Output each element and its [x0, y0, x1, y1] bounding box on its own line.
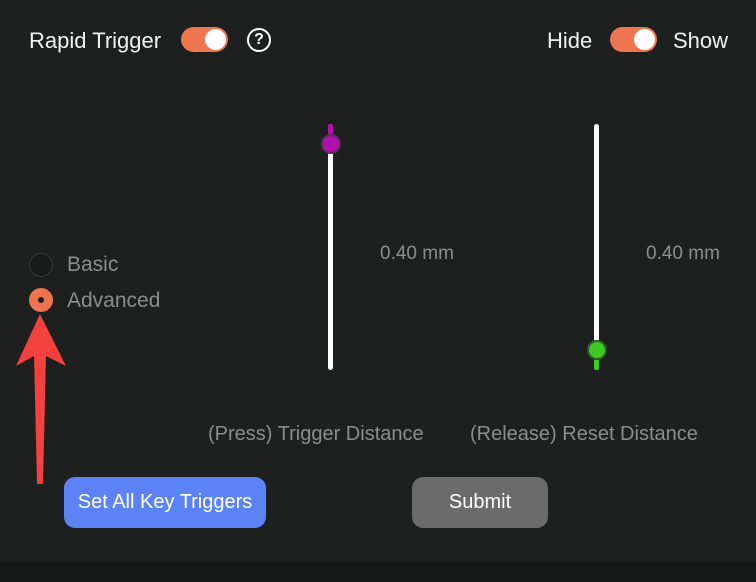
radio-basic[interactable] — [29, 253, 53, 277]
radio-advanced-label[interactable]: Advanced — [67, 289, 160, 313]
reset-distance-label: (Release) Reset Distance — [470, 423, 698, 445]
reset-distance-thumb[interactable] — [587, 340, 607, 360]
hide-label: Hide — [547, 28, 593, 53]
submit-button[interactable]: Submit — [412, 477, 548, 528]
show-hide-toggle[interactable] — [610, 27, 657, 52]
trigger-distance-value: 0.40 mm — [380, 243, 454, 264]
rapid-trigger-label: Rapid Trigger — [29, 28, 162, 53]
trigger-distance-label: (Press) Trigger Distance — [208, 423, 424, 445]
red-arrow-icon — [16, 314, 66, 484]
trigger-distance-thumb[interactable] — [321, 134, 341, 154]
radio-advanced[interactable] — [29, 288, 53, 312]
reset-distance-value: 0.40 mm — [646, 243, 720, 264]
bottom-strip — [0, 562, 756, 582]
toggle-knob — [205, 29, 226, 50]
radio-dot — [38, 297, 44, 303]
reset-distance-track[interactable] — [594, 124, 599, 370]
rapid-trigger-panel: Rapid Trigger ? Hide Show Basic Advanced… — [0, 0, 756, 582]
help-icon[interactable]: ? — [247, 28, 271, 52]
radio-basic-label[interactable]: Basic — [67, 253, 118, 277]
set-all-key-triggers-button[interactable]: Set All Key Triggers — [64, 477, 266, 528]
rapid-trigger-toggle[interactable] — [181, 27, 228, 52]
toggle-knob — [634, 29, 655, 50]
show-label: Show — [673, 28, 729, 53]
trigger-distance-track[interactable] — [328, 124, 333, 370]
